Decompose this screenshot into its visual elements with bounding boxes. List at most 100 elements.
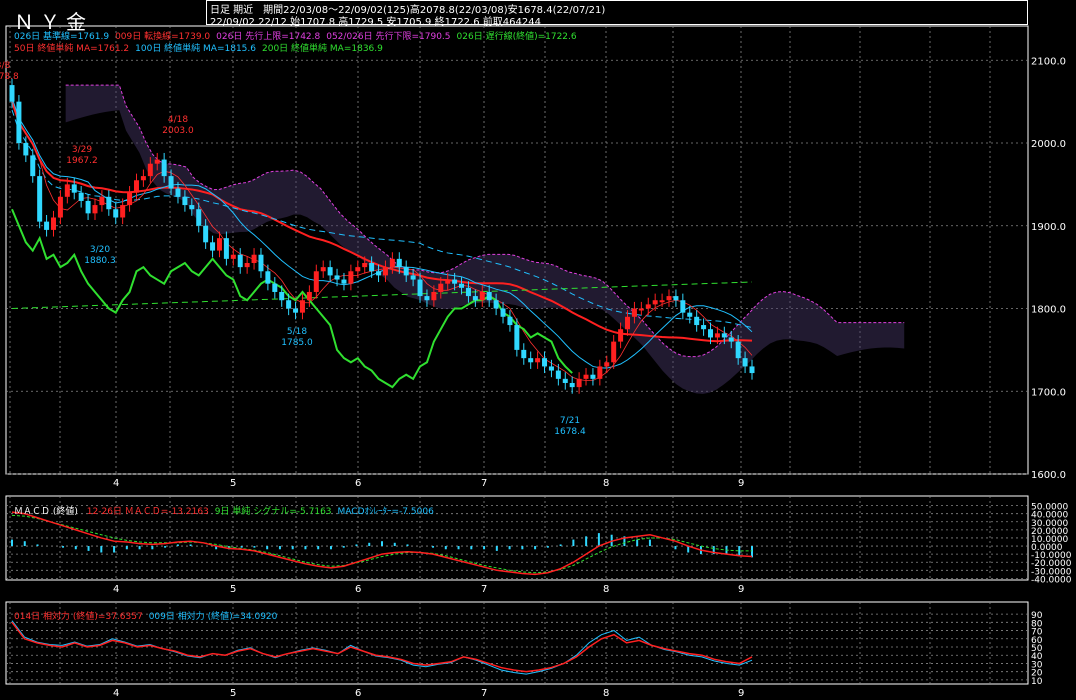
- candle-body: [244, 263, 250, 268]
- candle-body: [92, 205, 98, 214]
- macd-head-label: ＭＡＣＤ (終値): [14, 507, 78, 517]
- y-tick-label: 1700.0: [1031, 387, 1066, 398]
- candle-body: [196, 209, 202, 226]
- candle-body: [728, 337, 734, 342]
- candle-body: [113, 209, 119, 218]
- candle-body: [286, 300, 292, 309]
- candle-body: [140, 176, 146, 181]
- y-tick-label: -40.0000: [1031, 575, 1072, 585]
- candle-body: [465, 287, 471, 297]
- candle-body: [279, 291, 285, 301]
- candle-body: [396, 258, 402, 268]
- annotation-value: 2003.0: [162, 126, 194, 136]
- candle-body: [472, 296, 478, 301]
- candle-body: [376, 271, 382, 276]
- candle-body: [23, 143, 29, 156]
- y-tick-label: 1800.0: [1031, 305, 1066, 316]
- candle-body: [701, 325, 707, 330]
- candle-body: [500, 308, 506, 317]
- x-tick-label: 9: [738, 478, 744, 489]
- x-tick-label: 7: [481, 584, 487, 595]
- candle-body: [687, 312, 693, 317]
- candle-body: [555, 370, 561, 379]
- candle-body: [64, 184, 70, 197]
- x-tick-label: 7: [481, 478, 487, 489]
- x-tick-label: 8: [603, 688, 609, 699]
- candle-body: [708, 329, 714, 338]
- macd-legend: ＭＡＣＤ (終値) 12-26日 ＭＡＣＤ=-13.2163 9日 単純 シグナル…: [14, 504, 446, 517]
- candle-body: [37, 176, 43, 222]
- y-tick-label: 1900.0: [1031, 222, 1066, 233]
- candle-body: [133, 180, 139, 193]
- candle-body: [85, 200, 91, 214]
- x-tick-label: 8: [603, 478, 609, 489]
- candle-body: [645, 304, 651, 309]
- candle-body: [251, 254, 257, 263]
- candle-body: [410, 275, 416, 280]
- candle-body: [237, 254, 243, 268]
- x-tick-label: 8: [603, 584, 609, 595]
- candle-body: [293, 308, 299, 313]
- candle-body: [216, 238, 222, 251]
- candle-body: [590, 374, 596, 379]
- candle-body: [597, 366, 603, 379]
- candle-body: [299, 300, 305, 313]
- candle-body: [576, 378, 582, 388]
- candle-body: [452, 279, 458, 284]
- annotation-value: 1678.4: [554, 427, 586, 437]
- x-tick-label: 9: [738, 584, 744, 595]
- candle-body: [189, 205, 195, 210]
- candle-body: [30, 155, 36, 177]
- candle-body: [438, 283, 444, 292]
- candle-body: [721, 333, 727, 338]
- x-tick-label: 6: [355, 584, 361, 595]
- candle-body: [306, 291, 312, 301]
- annotation-value: 1880.3: [84, 256, 116, 266]
- candle-body: [521, 349, 527, 359]
- candle-body: [507, 316, 513, 326]
- candle-body: [334, 275, 340, 280]
- candle-body: [154, 159, 160, 164]
- candle-body: [258, 254, 264, 272]
- rsi-label-0: 014日 相対力 (終値)=37.6357: [14, 612, 143, 622]
- candle-body: [542, 358, 548, 367]
- x-tick-label: 9: [738, 688, 744, 699]
- candle-body: [327, 267, 333, 276]
- candle-body: [694, 316, 700, 326]
- candle-body: [742, 358, 748, 367]
- candle-body: [106, 196, 112, 210]
- candle-body: [313, 271, 319, 292]
- candle-body: [714, 333, 720, 338]
- candle-body: [369, 263, 375, 272]
- rsi-label-1: 009日 相対力 (終値)=34.0920: [148, 612, 278, 622]
- candle-body: [175, 188, 181, 197]
- x-tick-label: 5: [230, 584, 236, 595]
- candle-body: [203, 225, 209, 243]
- candle-body: [9, 85, 15, 102]
- annotation-date: 3/29: [72, 145, 92, 155]
- annotation-date: 3/20: [90, 245, 110, 255]
- candle-body: [230, 254, 236, 259]
- candle-body: [417, 279, 423, 297]
- candle-body: [431, 291, 437, 301]
- candle-body: [168, 176, 174, 189]
- candle-body: [680, 300, 686, 313]
- candle-body: [50, 217, 56, 230]
- candle-body: [749, 366, 755, 374]
- candle-body: [618, 329, 624, 342]
- candle-body: [659, 300, 665, 303]
- candle-body: [120, 205, 126, 218]
- candle-body: [182, 196, 188, 206]
- candle-body: [161, 159, 167, 177]
- candle-body: [57, 196, 63, 218]
- candle-body: [355, 267, 361, 272]
- candle-body: [71, 184, 77, 193]
- x-tick-label: 5: [230, 688, 236, 699]
- annotation-value: 1967.2: [66, 156, 98, 166]
- candle-body: [528, 358, 534, 363]
- y-tick-label: 2000.0: [1031, 139, 1066, 150]
- candle-body: [320, 267, 326, 272]
- y-tick-label: 10: [1031, 677, 1043, 687]
- candle-body: [16, 101, 22, 144]
- candle-body: [583, 374, 589, 379]
